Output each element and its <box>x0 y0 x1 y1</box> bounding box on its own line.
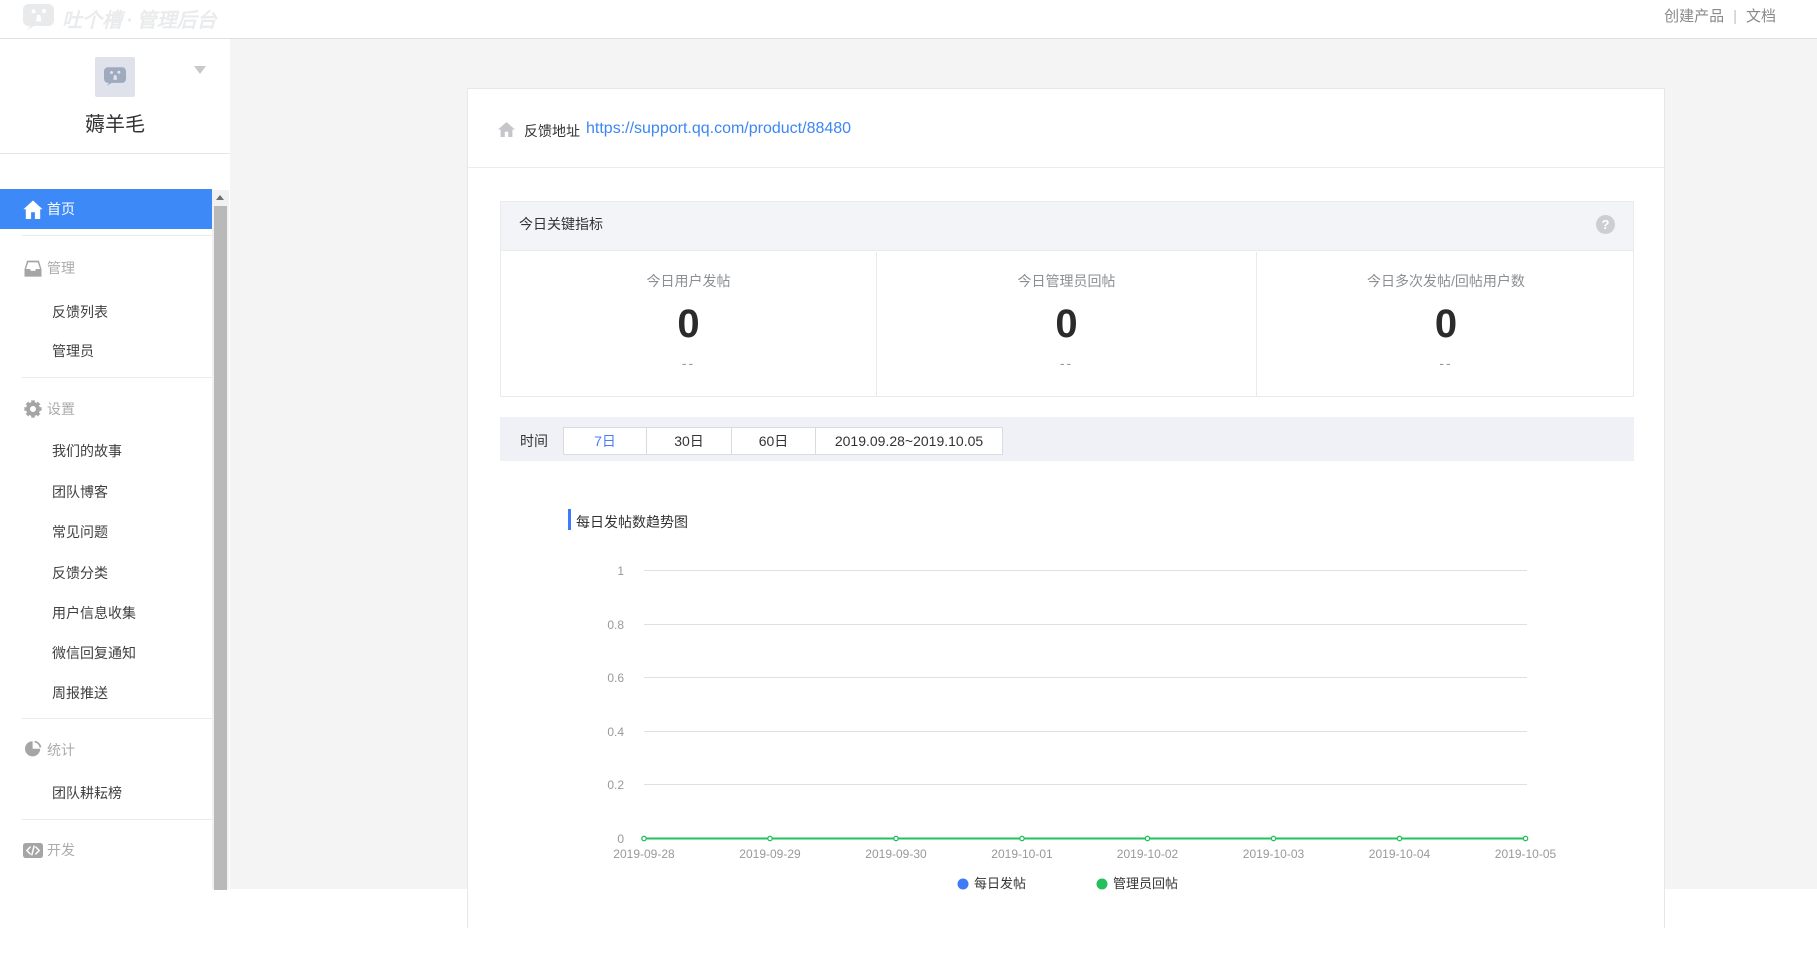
svg-text:2019-09-29: 2019-09-29 <box>739 847 801 861</box>
svg-text:0.8: 0.8 <box>607 618 624 632</box>
svg-text:2019-10-02: 2019-10-02 <box>1117 847 1179 861</box>
svg-text:2019-10-03: 2019-10-03 <box>1243 847 1305 861</box>
svg-text:0.6: 0.6 <box>607 671 624 685</box>
svg-text:2019-10-04: 2019-10-04 <box>1369 847 1431 861</box>
svg-text:1: 1 <box>617 564 624 578</box>
svg-text:2019-09-28: 2019-09-28 <box>613 847 675 861</box>
svg-text:2019-10-05: 2019-10-05 <box>1495 847 1557 861</box>
svg-text:0.2: 0.2 <box>607 778 624 792</box>
svg-text:2019-09-30: 2019-09-30 <box>865 847 927 861</box>
svg-text:0.4: 0.4 <box>607 725 624 739</box>
svg-text:0: 0 <box>617 832 624 846</box>
svg-text:2019-10-01: 2019-10-01 <box>991 847 1053 861</box>
